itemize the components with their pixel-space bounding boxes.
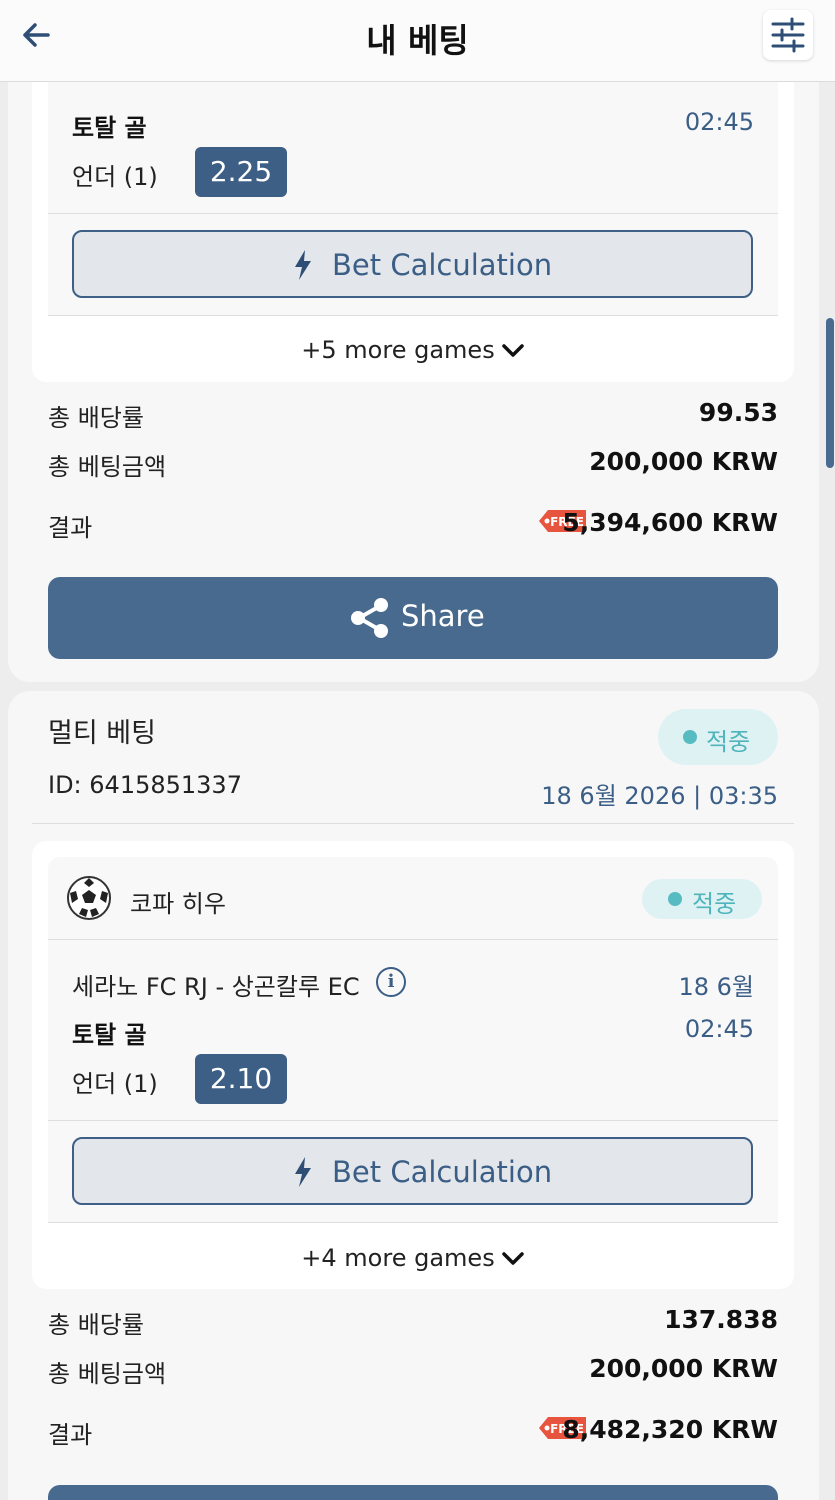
market-label: 토탈 골 (72, 1021, 147, 1049)
bet-calculation-button[interactable]: Bet Calculation (72, 230, 753, 298)
top-bar: 내 베팅 (0, 0, 835, 82)
bet-card: 멀티 베팅 적중 ID: 6415851337 18 6월 2026 | 03:… (8, 691, 819, 1500)
league-status-badge: 적중 (642, 879, 762, 919)
total-odds-row: 총 배당률 99.53 (48, 398, 778, 438)
selection-label: 언더 (1) (72, 1070, 158, 1098)
market-label: 토탈 골 (72, 114, 147, 142)
status-badge: 적중 (658, 709, 778, 765)
total-stake-label: 총 베팅금액 (48, 1360, 167, 1388)
game-time: 02:45 (684, 108, 754, 136)
more-games-toggle[interactable]: +5 more games (32, 336, 794, 364)
bet-calculation-label: Bet Calculation (332, 1155, 553, 1189)
share-button[interactable] (48, 1485, 778, 1500)
odds-value: 2.25 (195, 147, 287, 197)
divider (48, 315, 778, 316)
total-odds-label: 총 배당률 (48, 404, 144, 432)
info-icon[interactable]: i (376, 967, 406, 997)
result-row: 결과 FREE 5,394,600 KRW (48, 508, 778, 548)
lightning-icon (295, 1157, 311, 1187)
divider (48, 1222, 778, 1223)
share-label: Share (401, 599, 485, 633)
page-title: 내 베팅 (366, 21, 469, 60)
odds-value: 2.10 (195, 1054, 287, 1104)
total-stake-row: 총 베팅금액 200,000 KRW (48, 1354, 778, 1394)
result-label: 결과 (48, 514, 93, 542)
total-odds-value: 99.53 (698, 398, 778, 427)
bet-card: 토탈 골 02:45 언더 (1) 2.25 Bet Calculation +… (8, 0, 819, 682)
divider (48, 1120, 778, 1121)
total-odds-value: 137.838 (664, 1305, 778, 1334)
bet-calculation-label: Bet Calculation (332, 248, 553, 282)
result-value: 5,394,600 KRW (562, 508, 778, 537)
match-date: 18 6월 (678, 973, 754, 1001)
status-text: 적중 (706, 728, 751, 756)
divider (32, 823, 794, 824)
bet-datetime: 18 6월 2026 | 03:35 (541, 782, 778, 810)
selection-label: 언더 (1) (72, 163, 158, 191)
total-stake-value: 200,000 KRW (589, 1354, 778, 1383)
sliders-icon (771, 17, 805, 53)
total-odds-row: 총 배당률 137.838 (48, 1305, 778, 1345)
more-games-label: +5 more games (301, 336, 495, 364)
status-dot-icon (683, 730, 697, 744)
bet-calculation-button[interactable]: Bet Calculation (72, 1137, 753, 1205)
bet-id: ID: 6415851337 (48, 771, 242, 799)
bet-type: 멀티 베팅 (48, 718, 156, 749)
chevron-down-icon (501, 344, 524, 357)
divider (48, 213, 778, 214)
more-games-toggle[interactable]: +4 more games (32, 1244, 794, 1272)
game-time: 02:45 (684, 1015, 754, 1043)
league-status-text: 적중 (692, 890, 737, 918)
game-item: 세라노 FC RJ - 상곤칼루 EC i 18 6월 토탈 골 02:45 언… (48, 940, 778, 1223)
more-games-label: +4 more games (301, 1244, 495, 1272)
match-teams: 세라노 FC RJ - 상곤칼루 EC (72, 973, 360, 1001)
total-odds-label: 총 배당률 (48, 1311, 144, 1339)
soccer-ball-icon (67, 876, 111, 920)
total-stake-value: 200,000 KRW (589, 447, 778, 476)
result-row: 결과 FREE 8,482,320 KRW (48, 1415, 778, 1455)
scrollbar[interactable] (826, 318, 834, 468)
result-value: 8,482,320 KRW (562, 1415, 778, 1444)
result-label: 결과 (48, 1421, 93, 1449)
total-stake-label: 총 베팅금액 (48, 453, 167, 481)
share-button[interactable]: Share (48, 577, 778, 659)
chevron-down-icon (501, 1252, 524, 1265)
lightning-icon (295, 250, 311, 280)
filter-button[interactable] (763, 10, 813, 60)
league-header: 코파 히우 적중 (48, 857, 778, 939)
status-dot-icon (668, 892, 682, 906)
games-panel: 코파 히우 적중 세라노 FC RJ - 상곤칼루 EC i 18 6월 토탈 … (32, 841, 794, 1289)
total-stake-row: 총 베팅금액 200,000 KRW (48, 447, 778, 487)
league-name: 코파 히우 (130, 890, 226, 918)
share-icon (351, 598, 388, 638)
